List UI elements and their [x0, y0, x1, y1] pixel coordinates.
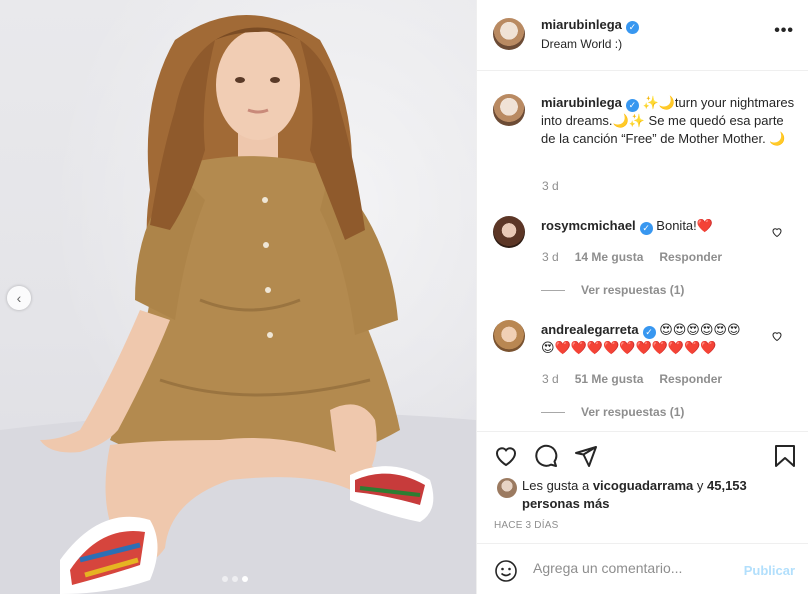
comment-username[interactable]: rosymcmichael: [541, 218, 636, 233]
comment-text-block: andrealegarreta ✓ 😍😍😍😍😍😍😍❤️❤️❤️❤️❤️❤️❤️❤️…: [541, 321, 751, 357]
view-replies-button[interactable]: Ver respuestas (1): [541, 405, 684, 419]
reply-button[interactable]: Responder: [659, 250, 722, 264]
liker-username[interactable]: vicoguadarrama: [593, 478, 693, 493]
add-comment-bar: Publicar: [477, 543, 808, 594]
comment-likes[interactable]: 14 Me gusta: [575, 250, 644, 264]
instagram-post: ‹ miarubinlega ✓ Dream World :) ••• miaru…: [0, 0, 808, 594]
replies-divider: [541, 411, 565, 413]
caption-username[interactable]: miarubinlega: [541, 95, 622, 110]
emoji-icon[interactable]: [494, 559, 518, 583]
caption: miarubinlega ✓ ✨🌙turn your nightmares int…: [541, 94, 801, 148]
likes-mid: y: [693, 478, 707, 493]
avatar[interactable]: [493, 216, 525, 248]
header-location[interactable]: Dream World :): [541, 37, 622, 51]
chevron-left-icon: ‹: [16, 290, 22, 306]
comment-text-block: rosymcmichael ✓ Bonita!❤️: [541, 217, 751, 235]
comments-list: miarubinlega ✓ ✨🌙turn your nightmares int…: [477, 72, 808, 430]
avatar[interactable]: [493, 320, 525, 352]
carousel-dot-active: [242, 576, 248, 582]
comment-timestamp[interactable]: 3 d: [542, 250, 559, 264]
post-photo[interactable]: ‹: [0, 0, 476, 594]
likes-summary: Les gusta a vicoguadarrama y 45,153 pers…: [522, 477, 802, 513]
replies-divider: [541, 289, 565, 291]
reply-button[interactable]: Responder: [659, 372, 722, 386]
post-timestamp[interactable]: HACE 3 DÍAS: [494, 520, 558, 531]
verified-badge-icon: ✓: [625, 99, 639, 112]
comment-like-heart-icon[interactable]: [771, 330, 783, 342]
verified-badge-icon: ✓: [625, 21, 639, 34]
caption-timestamp[interactable]: 3 d: [542, 179, 559, 193]
share-icon[interactable]: [574, 444, 598, 468]
carousel-dot: [232, 576, 238, 582]
avatar[interactable]: [493, 94, 525, 126]
comment-meta: 3 d 51 Me gusta Responder: [542, 372, 722, 386]
comment-timestamp[interactable]: 3 d: [542, 372, 559, 386]
post-header: miarubinlega ✓ Dream World :) •••: [477, 0, 808, 71]
post-details-panel: miarubinlega ✓ Dream World :) ••• miarubi…: [476, 0, 808, 594]
publish-button[interactable]: Publicar: [744, 563, 795, 578]
more-options-icon[interactable]: •••: [774, 22, 794, 40]
comment-likes[interactable]: 51 Me gusta: [575, 372, 644, 386]
view-replies-label: Ver respuestas (1): [581, 405, 685, 419]
like-heart-icon[interactable]: [494, 444, 518, 468]
carousel-dot: [222, 576, 228, 582]
photo-illustration: [0, 15, 476, 594]
verified-badge-icon: ✓: [642, 326, 656, 339]
comment-username[interactable]: andrealegarreta: [541, 322, 639, 337]
comment-icon[interactable]: [534, 444, 558, 468]
header-username[interactable]: miarubinlega ✓: [541, 17, 639, 34]
post-actions: Les gusta a vicoguadarrama y 45,153 pers…: [477, 431, 808, 543]
avatar[interactable]: [493, 18, 525, 50]
comment-text: Bonita!❤️: [656, 218, 713, 233]
comment-like-heart-icon[interactable]: [771, 226, 783, 238]
verified-badge-icon: ✓: [639, 222, 653, 235]
view-replies-button[interactable]: Ver respuestas (1): [541, 283, 684, 297]
carousel-dots: [222, 576, 248, 582]
liker-avatar[interactable]: [497, 478, 517, 498]
likes-prefix: Les gusta a: [522, 478, 593, 493]
carousel-prev-button[interactable]: ‹: [7, 286, 31, 310]
save-bookmark-icon[interactable]: [774, 444, 796, 468]
comment-input[interactable]: [533, 560, 733, 576]
username-text[interactable]: miarubinlega: [541, 17, 622, 32]
comment-meta: 3 d 14 Me gusta Responder: [542, 250, 722, 264]
view-replies-label: Ver respuestas (1): [581, 283, 685, 297]
